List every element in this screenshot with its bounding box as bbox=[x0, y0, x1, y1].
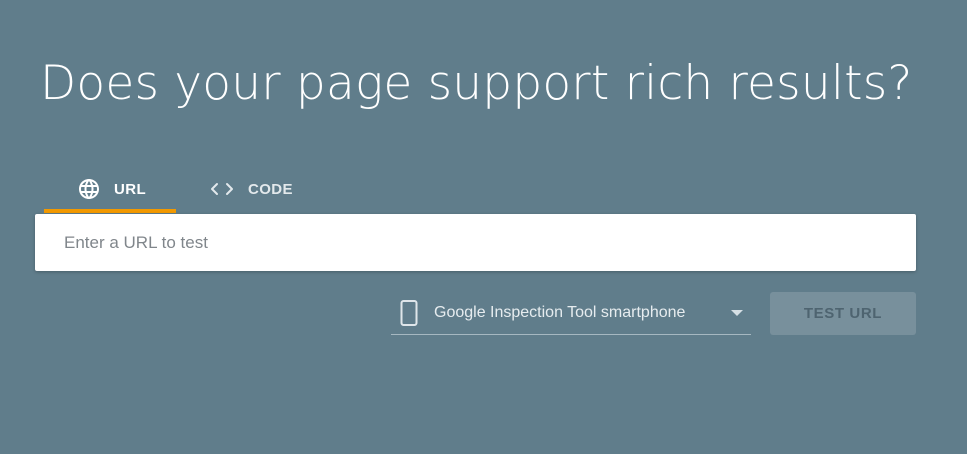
chevron-down-icon bbox=[731, 310, 743, 316]
smartphone-icon bbox=[391, 299, 427, 327]
test-url-button[interactable]: TEST URL bbox=[770, 292, 916, 335]
url-input-container bbox=[35, 214, 916, 271]
input-mode-tabs: URL CODE bbox=[44, 166, 293, 214]
device-select-value: Google Inspection Tool smartphone bbox=[434, 304, 686, 321]
tab-code-label: CODE bbox=[248, 180, 293, 198]
tab-url[interactable]: URL bbox=[44, 166, 176, 213]
code-brackets-icon bbox=[208, 175, 236, 203]
page-headline: Does your page support rich results? bbox=[40, 56, 913, 111]
rich-results-test-page: Does your page support rich results? URL… bbox=[0, 0, 967, 454]
tab-code[interactable]: CODE bbox=[176, 166, 293, 212]
device-select[interactable]: Google Inspection Tool smartphone bbox=[391, 292, 751, 335]
globe-icon bbox=[75, 175, 103, 203]
url-input[interactable] bbox=[35, 214, 875, 271]
tab-url-label: URL bbox=[114, 180, 147, 198]
